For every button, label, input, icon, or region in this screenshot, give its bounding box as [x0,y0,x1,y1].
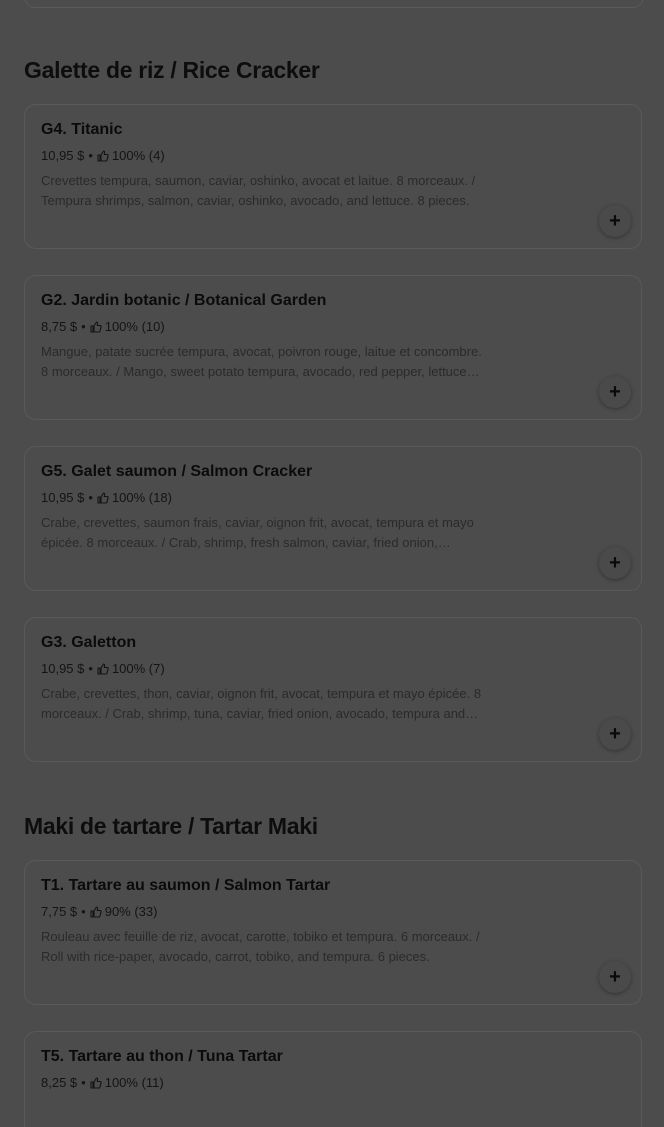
menu-item-card[interactable]: G2. Jardin botanic / Botanical Garden 8,… [24,275,642,420]
plus-icon: + [609,552,621,574]
item-name: G4. Titanic [41,121,123,138]
thumbs-up-icon [97,149,109,162]
item-rating: 90% (33) [104,904,158,919]
plus-icon: + [609,381,621,403]
menu-page: Galette de riz / Rice Cracker G4. Titani… [0,0,664,1127]
item-rating: 100% (10) [104,319,165,334]
menu-item-card[interactable]: G3. Galetton 10,95 $ • 100% (7) Crabe, c… [24,617,642,762]
item-name: T5. Tartare au thon / Tuna Tartar [41,1048,283,1065]
item-rating: 100% (18) [111,490,172,505]
item-rating: 100% (4) [111,148,165,163]
add-item-button[interactable]: + [599,205,631,237]
item-price: 8,75 $ [41,319,78,334]
item-name: T1. Tartare au saumon / Salmon Tartar [41,877,331,894]
thumbs-up-icon [90,905,102,918]
section-title-rice-cracker: Galette de riz / Rice Cracker [24,57,320,83]
item-description: Rouleau avec feuille de riz, avocat, car… [41,929,480,964]
add-item-button[interactable]: + [599,547,631,579]
plus-icon: + [609,210,621,232]
item-description: Crevettes tempura, saumon, caviar, oshin… [41,173,476,208]
section-title-tartar-maki: Maki de tartare / Tartar Maki [24,813,318,839]
item-price: 7,75 $ [41,904,78,919]
thumbs-up-icon [97,662,109,675]
thumbs-up-icon [90,320,102,333]
menu-item-card[interactable]: T5. Tartare au thon / Tuna Tartar 8,25 $… [24,1031,642,1127]
item-description: Crabe, crevettes, saumon frais, caviar, … [41,515,474,550]
item-price: 10,95 $ [41,148,85,163]
item-meta: 10,95 $ • 100% (7) [41,661,165,676]
plus-icon: + [609,966,621,988]
previous-item-card[interactable] [24,0,644,8]
item-rating: 100% (7) [111,661,165,676]
item-price: 10,95 $ [41,661,85,676]
item-rating: 100% (11) [104,1075,164,1090]
separator-dot: • [81,319,86,334]
add-item-button[interactable]: + [599,961,631,993]
separator-dot: • [81,1075,86,1090]
thumbs-up-icon [97,491,109,504]
item-meta: 10,95 $ • 100% (4) [41,148,165,163]
item-description: Crabe, crevettes, thon, caviar, oignon f… [41,686,482,721]
item-description: Mangue, patate sucrée tempura, avocat, p… [41,344,482,379]
item-name: G5. Galet saumon / Salmon Cracker [41,463,313,480]
separator-dot: • [88,661,93,676]
item-meta: 8,75 $ • 100% (10) [41,319,165,334]
item-name: G2. Jardin botanic / Botanical Garden [41,292,327,309]
item-meta: 10,95 $ • 100% (18) [41,490,172,505]
menu-item-card[interactable]: G4. Titanic 10,95 $ • 100% (4) Crevettes… [24,104,642,249]
separator-dot: • [81,904,86,919]
item-name: G3. Galetton [41,634,137,651]
plus-icon: + [609,723,621,745]
separator-dot: • [88,148,93,163]
thumbs-up-icon [90,1076,102,1089]
item-meta: 8,25 $ • 100% (11) [41,1075,164,1090]
item-meta: 7,75 $ • 90% (33) [41,904,157,919]
menu-item-card[interactable]: G5. Galet saumon / Salmon Cracker 10,95 … [24,446,642,591]
separator-dot: • [88,490,93,505]
menu-item-card[interactable]: T1. Tartare au saumon / Salmon Tartar 7,… [24,860,642,1005]
item-price: 10,95 $ [41,490,85,505]
add-item-button[interactable]: + [599,376,631,408]
item-price: 8,25 $ [41,1075,78,1090]
add-item-button[interactable]: + [599,718,631,750]
